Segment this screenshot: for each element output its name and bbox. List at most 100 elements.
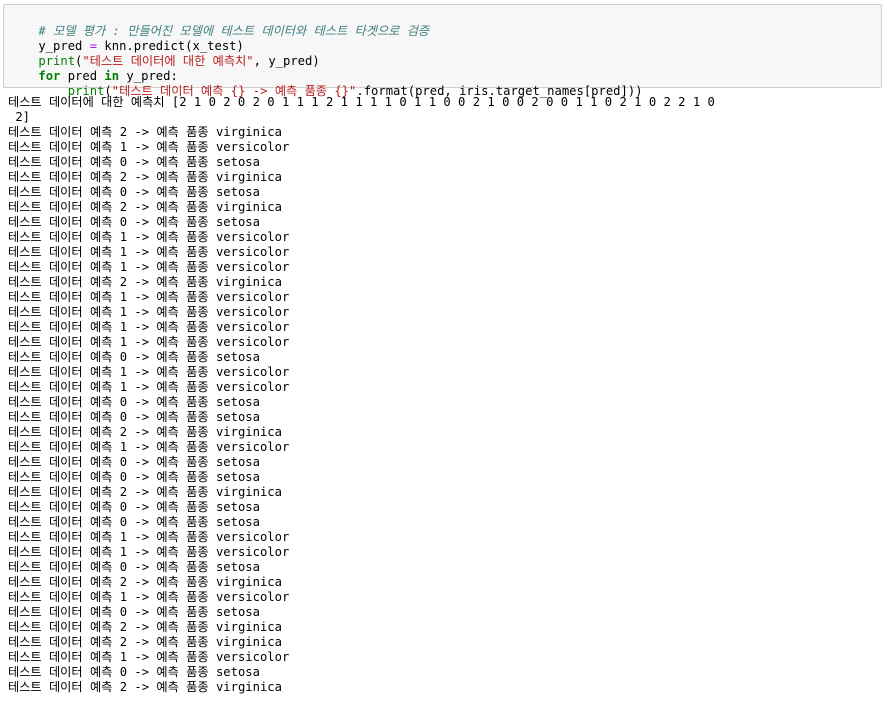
prediction-line: 테스트 데이터 예측 2 -> 예측 품종 virginica <box>8 425 883 440</box>
code-args: , y_pred) <box>253 54 320 68</box>
prediction-prefix: 테스트 데이터 예측 <box>8 365 120 379</box>
prediction-value: 2 <box>119 575 128 589</box>
prediction-value: 1 <box>119 290 128 304</box>
code-cell-input[interactable]: # 모델 평가 : 만들어진 모델에 테스트 데이터와 테스트 타겟으로 검증 … <box>3 4 882 98</box>
prediction-species: setosa <box>215 605 260 619</box>
prediction-prefix: 테스트 데이터 예측 <box>8 620 120 634</box>
prediction-species: versicolor <box>215 320 290 334</box>
prediction-value: 1 <box>119 245 128 259</box>
prediction-line: 테스트 데이터 예측 1 -> 예측 품종 versicolor <box>8 230 883 245</box>
prediction-value: 0 <box>119 515 128 529</box>
prediction-prefix: 테스트 데이터 예측 <box>8 590 120 604</box>
prediction-line: 테스트 데이터 예측 1 -> 예측 품종 versicolor <box>8 320 883 335</box>
prediction-arrow: -> 예측 품종 <box>127 350 216 364</box>
prediction-value: 0 <box>119 455 128 469</box>
prediction-species: versicolor <box>215 380 290 394</box>
prediction-species: virginica <box>215 200 282 214</box>
prediction-species: versicolor <box>215 530 290 544</box>
prediction-value: 1 <box>119 305 128 319</box>
prediction-line: 테스트 데이터 예측 0 -> 예측 품종 setosa <box>8 185 883 200</box>
prediction-line: 테스트 데이터 예측 0 -> 예측 품종 setosa <box>8 215 883 230</box>
prediction-arrow: -> 예측 품종 <box>127 155 216 169</box>
prediction-arrow: -> 예측 품종 <box>127 260 216 274</box>
prediction-value: 2 <box>119 620 128 634</box>
prediction-arrow: -> 예측 품종 <box>127 395 216 409</box>
prediction-line: 테스트 데이터 예측 0 -> 예측 품종 setosa <box>8 500 883 515</box>
prediction-line: 테스트 데이터 예측 2 -> 예측 품종 virginica <box>8 275 883 290</box>
prediction-prefix: 테스트 데이터 예측 <box>8 125 120 139</box>
prediction-species: versicolor <box>215 290 290 304</box>
prediction-value: 0 <box>119 155 128 169</box>
code-line-comment: # 모델 평가 : 만들어진 모델에 테스트 데이터와 테스트 타겟으로 검증 <box>9 9 881 38</box>
prediction-line: 테스트 데이터 예측 0 -> 예측 품종 setosa <box>8 455 883 470</box>
prediction-value: 0 <box>119 665 128 679</box>
prediction-prefix: 테스트 데이터 예측 <box>8 230 120 244</box>
prediction-species: setosa <box>215 515 260 529</box>
prediction-line: 테스트 데이터 예측 0 -> 예측 품종 setosa <box>8 470 883 485</box>
prediction-arrow: -> 예측 품종 <box>127 200 216 214</box>
prediction-line: 테스트 데이터 예측 0 -> 예측 품종 setosa <box>8 155 883 170</box>
prediction-species: virginica <box>215 635 282 649</box>
prediction-prefix: 테스트 데이터 예측 <box>8 305 120 319</box>
prediction-arrow: -> 예측 품종 <box>127 305 216 319</box>
prediction-species: setosa <box>215 185 260 199</box>
prediction-value: 0 <box>119 395 128 409</box>
prediction-value: 2 <box>119 170 128 184</box>
prediction-value: 2 <box>119 485 128 499</box>
prediction-value: 1 <box>119 440 128 454</box>
prediction-arrow: -> 예측 품종 <box>127 680 216 694</box>
prediction-prefix: 테스트 데이터 예측 <box>8 335 120 349</box>
prediction-value: 0 <box>119 215 128 229</box>
prediction-line: 테스트 데이터 예측 1 -> 예측 품종 versicolor <box>8 140 883 155</box>
prediction-prefix: 테스트 데이터 예측 <box>8 560 120 574</box>
prediction-line: 테스트 데이터 예측 2 -> 예측 품종 virginica <box>8 125 883 140</box>
code-iterable: y_pred: <box>119 69 178 83</box>
prediction-prefix: 테스트 데이터 예측 <box>8 290 120 304</box>
prediction-prefix: 테스트 데이터 예측 <box>8 200 120 214</box>
code-operator: = <box>89 39 98 53</box>
prediction-prefix: 테스트 데이터 예측 <box>8 155 120 169</box>
prediction-species: setosa <box>215 410 260 424</box>
prediction-species: versicolor <box>215 305 290 319</box>
prediction-line: 테스트 데이터 예측 1 -> 예측 품종 versicolor <box>8 380 883 395</box>
prediction-value: 1 <box>119 530 128 544</box>
code-builtin-print: print <box>38 54 76 68</box>
prediction-value: 1 <box>119 230 128 244</box>
prediction-prefix: 테스트 데이터 예측 <box>8 275 120 289</box>
prediction-arrow: -> 예측 품종 <box>127 485 216 499</box>
prediction-species: setosa <box>215 560 260 574</box>
prediction-arrow: -> 예측 품종 <box>127 230 216 244</box>
prediction-arrow: -> 예측 품종 <box>127 170 216 184</box>
prediction-arrow: -> 예측 품종 <box>127 545 216 559</box>
prediction-prefix: 테스트 데이터 예측 <box>8 470 120 484</box>
prediction-value: 1 <box>119 335 128 349</box>
prediction-species: versicolor <box>215 260 290 274</box>
prediction-prefix: 테스트 데이터 예측 <box>8 680 120 694</box>
prediction-species: versicolor <box>215 140 290 154</box>
prediction-arrow: -> 예측 품종 <box>127 590 216 604</box>
prediction-arrow: -> 예측 품종 <box>127 650 216 664</box>
prediction-arrow: -> 예측 품종 <box>127 320 216 334</box>
code-comment: # 모델 평가 : 만들어진 모델에 테스트 데이터와 테스트 타겟으로 검증 <box>38 24 430 38</box>
prediction-species: virginica <box>215 425 282 439</box>
prediction-arrow: -> 예측 품종 <box>127 215 216 229</box>
prediction-species: versicolor <box>215 365 290 379</box>
cell-output: 테스트 데이터에 대한 예측치 [2 1 0 2 0 2 0 1 1 1 2 1… <box>8 95 883 695</box>
prediction-prefix: 테스트 데이터 예측 <box>8 530 120 544</box>
prediction-prefix: 테스트 데이터 예측 <box>8 425 120 439</box>
prediction-line: 테스트 데이터 예측 0 -> 예측 품종 setosa <box>8 665 883 680</box>
prediction-species: versicolor <box>215 245 290 259</box>
prediction-species: setosa <box>215 455 260 469</box>
prediction-arrow: -> 예측 품종 <box>127 290 216 304</box>
prediction-prefix: 테스트 데이터 예측 <box>8 665 120 679</box>
prediction-line: 테스트 데이터 예측 1 -> 예측 품종 versicolor <box>8 545 883 560</box>
prediction-species: versicolor <box>215 590 290 604</box>
prediction-line: 테스트 데이터 예측 1 -> 예측 품종 versicolor <box>8 365 883 380</box>
prediction-species: setosa <box>215 395 260 409</box>
prediction-line: 테스트 데이터 예측 2 -> 예측 품종 virginica <box>8 680 883 695</box>
prediction-species: virginica <box>215 485 282 499</box>
prediction-prefix: 테스트 데이터 예측 <box>8 185 120 199</box>
prediction-prefix: 테스트 데이터 예측 <box>8 440 120 454</box>
prediction-prefix: 테스트 데이터 예측 <box>8 245 120 259</box>
prediction-prefix: 테스트 데이터 예측 <box>8 350 120 364</box>
